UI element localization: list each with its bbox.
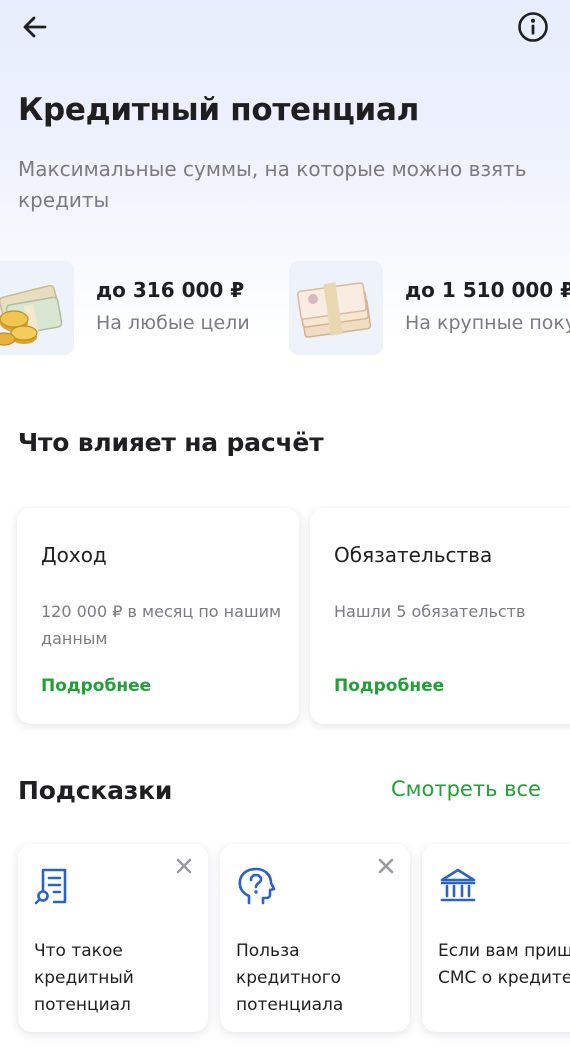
offer-any-purpose[interactable]: до 316 000 ₽ На любые цели bbox=[0, 260, 250, 356]
offer-text: до 1 510 000 ₽ На крупные покупки bbox=[405, 275, 570, 341]
more-details-link[interactable]: Подробнее bbox=[334, 676, 444, 696]
tip-text: Что такое кредитный потенциал bbox=[34, 941, 134, 1015]
factor-card-title: Доход bbox=[41, 543, 107, 567]
tip-text: Если вам пришло СМС о кредите bbox=[438, 941, 570, 988]
close-tip-button[interactable] bbox=[374, 854, 398, 878]
tip-text: Польза кредитного потенциала bbox=[236, 941, 344, 1015]
credit-potential-screen: Кредитный потенциал Максимальные суммы, … bbox=[0, 0, 570, 1048]
document-search-icon bbox=[34, 868, 67, 905]
offer-purpose: На любые цели bbox=[96, 312, 250, 334]
credit-offers-carousel[interactable]: до 316 000 ₽ На любые цели до 1 510 000 … bbox=[0, 260, 570, 356]
factor-card-description: 120 000 ₽ в месяц по нашим данным bbox=[41, 602, 282, 648]
bank-building-icon bbox=[440, 868, 476, 902]
factors-section-title: Что влияет на расчёт bbox=[18, 428, 324, 457]
top-bar bbox=[0, 0, 570, 56]
page-subtitle: Максимальные суммы, на которые можно взя… bbox=[18, 157, 527, 212]
close-icon bbox=[378, 858, 394, 874]
tips-section-title: Подсказки bbox=[18, 776, 173, 805]
factor-card-description: Нашли 5 обязательств bbox=[334, 602, 526, 621]
factor-card-obligations[interactable]: Обязательства Нашли 5 обязательств Подро… bbox=[310, 508, 570, 724]
offer-amount: до 1 510 000 ₽ bbox=[405, 278, 570, 302]
factor-card-title: Обязательства bbox=[334, 543, 493, 567]
close-icon bbox=[176, 858, 192, 874]
question-head-icon bbox=[238, 867, 276, 905]
factor-card-income[interactable]: Доход 120 000 ₽ в месяц по нашим данным … bbox=[17, 508, 299, 724]
more-details-link[interactable]: Подробнее bbox=[41, 676, 151, 696]
tip-card-what-is-potential[interactable]: Что такое кредитный потенциал bbox=[18, 844, 208, 1032]
factors-carousel[interactable]: Доход 120 000 ₽ в месяц по нашим данным … bbox=[0, 506, 570, 730]
banknote-stack-image bbox=[289, 261, 383, 355]
offer-text: до 316 000 ₽ На любые цели bbox=[96, 275, 250, 341]
offer-large-purchases[interactable]: до 1 510 000 ₽ На крупные покупки bbox=[289, 260, 570, 356]
arrow-left-icon bbox=[23, 16, 47, 38]
tip-card-potential-benefit[interactable]: Польза кредитного потенциала bbox=[220, 844, 410, 1032]
coins-and-banknotes-image bbox=[0, 261, 74, 355]
info-circle-icon bbox=[518, 12, 548, 42]
page-title: Кредитный потенциал bbox=[18, 92, 419, 128]
tip-card-sms-about-credit[interactable]: Если вам пришло СМС о кредите bbox=[422, 844, 570, 1032]
info-button[interactable] bbox=[512, 6, 554, 48]
offer-amount: до 316 000 ₽ bbox=[96, 278, 245, 302]
tips-carousel[interactable]: Что такое кредитный потенциал Польза кре… bbox=[0, 842, 570, 1042]
close-tip-button[interactable] bbox=[172, 854, 196, 878]
back-button[interactable] bbox=[14, 8, 56, 46]
see-all-tips-link[interactable]: Смотреть все bbox=[391, 777, 541, 801]
offer-purpose: На крупные покупки bbox=[405, 312, 570, 334]
